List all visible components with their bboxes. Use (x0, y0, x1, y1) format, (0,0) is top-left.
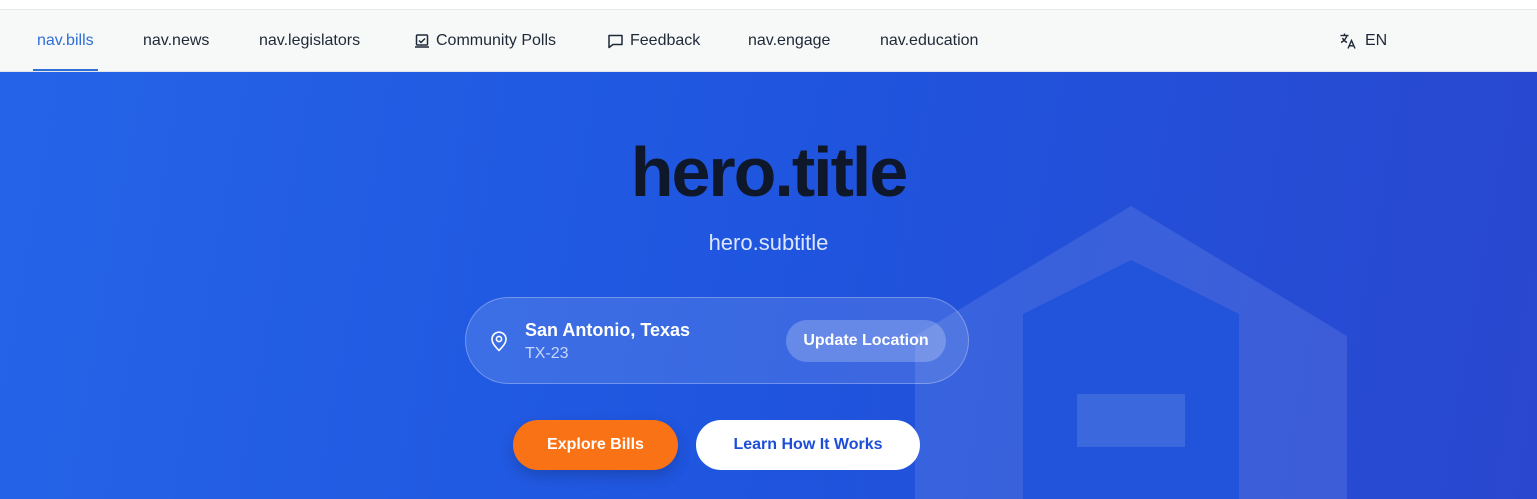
nav-item-label: nav.engage (748, 31, 831, 49)
location-city: San Antonio, Texas (525, 320, 691, 340)
top-strip (0, 0, 1537, 10)
hero-section: hero.title hero.subtitle San Antonio, Te… (0, 72, 1537, 499)
page-title: hero.title (630, 133, 909, 211)
nav-item-label: Feedback (630, 31, 701, 49)
map-pin-icon (491, 331, 507, 352)
explore-bills-button[interactable]: Explore Bills (513, 420, 678, 470)
nav-item-news[interactable]: nav.news (143, 10, 209, 71)
nav-item-label: nav.bills (37, 31, 94, 49)
learn-how-it-works-button[interactable]: Learn How It Works (696, 420, 920, 470)
nav-item-engage[interactable]: nav.engage (748, 10, 830, 71)
nav-item-community-polls[interactable]: Community Polls (414, 10, 556, 71)
translate-icon (1340, 33, 1356, 49)
location-card: San Antonio, Texas TX-23 Update Location (465, 297, 969, 384)
nav-item-legislators[interactable]: nav.legislators (259, 10, 360, 71)
poll-icon (415, 33, 429, 48)
nav-item-label: nav.education (880, 31, 979, 49)
top-navigation: nav.bills nav.news nav.legislators Commu… (0, 10, 1537, 72)
chat-bubble-icon (608, 34, 623, 48)
page-subtitle: hero.subtitle (708, 230, 829, 255)
nav-item-bills[interactable]: nav.bills (33, 10, 98, 71)
nav-item-label: nav.legislators (259, 31, 361, 49)
nav-item-feedback[interactable]: Feedback (607, 10, 700, 71)
nav-item-education[interactable]: nav.education (880, 10, 978, 71)
nav-item-label: nav.news (143, 31, 210, 49)
language-selector[interactable]: EN (1339, 10, 1387, 71)
language-label: EN (1365, 31, 1388, 49)
location-district: TX-23 (525, 345, 569, 362)
update-location-button[interactable]: Update Location (786, 320, 946, 362)
nav-item-label: Community Polls (436, 31, 557, 49)
